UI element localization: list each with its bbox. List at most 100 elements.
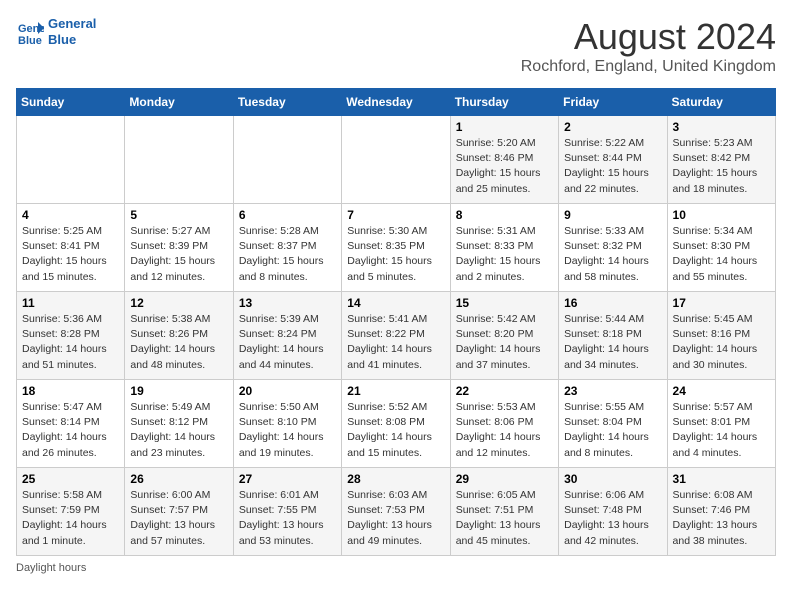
day-info: Sunrise: 5:28 AMSunset: 8:37 PMDaylight:…: [239, 224, 336, 285]
day-number: 31: [673, 472, 770, 486]
calendar-week-row: 25 Sunrise: 5:58 AMSunset: 7:59 PMDayligh…: [17, 468, 776, 556]
day-number: 10: [673, 208, 770, 222]
calendar-cell: [342, 116, 450, 204]
day-info: Sunrise: 5:57 AMSunset: 8:01 PMDaylight:…: [673, 400, 770, 461]
calendar-cell: 14 Sunrise: 5:41 AMSunset: 8:22 PMDayligh…: [342, 292, 450, 380]
calendar-cell: 11 Sunrise: 5:36 AMSunset: 8:28 PMDayligh…: [17, 292, 125, 380]
calendar-week-row: 11 Sunrise: 5:36 AMSunset: 8:28 PMDayligh…: [17, 292, 776, 380]
calendar-cell: 28 Sunrise: 6:03 AMSunset: 7:53 PMDayligh…: [342, 468, 450, 556]
day-info: Sunrise: 5:53 AMSunset: 8:06 PMDaylight:…: [456, 400, 553, 461]
day-number: 14: [347, 296, 444, 310]
day-number: 13: [239, 296, 336, 310]
day-info: Sunrise: 5:22 AMSunset: 8:44 PMDaylight:…: [564, 136, 661, 197]
calendar-cell: 21 Sunrise: 5:52 AMSunset: 8:08 PMDayligh…: [342, 380, 450, 468]
location: Rochford, England, United Kingdom: [521, 58, 776, 76]
calendar-week-row: 18Sunrise: 5:47 AMSunset: 8:14 PMDayligh…: [17, 380, 776, 468]
weekday-header: Sunday: [17, 89, 125, 116]
page-header: General Blue General Blue August 2024 Ro…: [16, 16, 776, 76]
day-info: Sunrise: 5:33 AMSunset: 8:32 PMDaylight:…: [564, 224, 661, 285]
day-info: Sunrise: 5:58 AMSunset: 7:59 PMDaylight:…: [22, 488, 119, 549]
day-number: 26: [130, 472, 227, 486]
calendar-cell: 13 Sunrise: 5:39 AMSunset: 8:24 PMDayligh…: [233, 292, 341, 380]
calendar-cell: [125, 116, 233, 204]
calendar-cell: 12Sunrise: 5:38 AMSunset: 8:26 PMDayligh…: [125, 292, 233, 380]
month-year: August 2024: [521, 16, 776, 58]
day-info: Sunrise: 6:03 AMSunset: 7:53 PMDaylight:…: [347, 488, 444, 549]
calendar-cell: [17, 116, 125, 204]
calendar-week-row: 1 Sunrise: 5:20 AMSunset: 8:46 PMDaylight…: [17, 116, 776, 204]
calendar-cell: 9 Sunrise: 5:33 AMSunset: 8:32 PMDaylight…: [559, 204, 667, 292]
day-info: Sunrise: 5:42 AMSunset: 8:20 PMDaylight:…: [456, 312, 553, 373]
day-info: Sunrise: 5:39 AMSunset: 8:24 PMDaylight:…: [239, 312, 336, 373]
day-number: 22: [456, 384, 553, 398]
day-number: 19: [130, 384, 227, 398]
calendar-cell: 19Sunrise: 5:49 AMSunset: 8:12 PMDayligh…: [125, 380, 233, 468]
calendar-cell: 2 Sunrise: 5:22 AMSunset: 8:44 PMDaylight…: [559, 116, 667, 204]
day-number: 20: [239, 384, 336, 398]
day-info: Sunrise: 6:05 AMSunset: 7:51 PMDaylight:…: [456, 488, 553, 549]
calendar-cell: 30Sunrise: 6:06 AMSunset: 7:48 PMDayligh…: [559, 468, 667, 556]
day-number: 1: [456, 120, 553, 134]
logo-icon: General Blue: [16, 18, 44, 46]
day-info: Sunrise: 5:52 AMSunset: 8:08 PMDaylight:…: [347, 400, 444, 461]
calendar-cell: 20 Sunrise: 5:50 AMSunset: 8:10 PMDayligh…: [233, 380, 341, 468]
day-number: 24: [673, 384, 770, 398]
calendar-cell: 6 Sunrise: 5:28 AMSunset: 8:37 PMDaylight…: [233, 204, 341, 292]
day-info: Sunrise: 6:08 AMSunset: 7:46 PMDaylight:…: [673, 488, 770, 549]
day-info: Sunrise: 5:23 AMSunset: 8:42 PMDaylight:…: [673, 136, 770, 197]
day-info: Sunrise: 5:45 AMSunset: 8:16 PMDaylight:…: [673, 312, 770, 373]
day-number: 18: [22, 384, 119, 398]
weekday-header: Wednesday: [342, 89, 450, 116]
calendar-cell: 8 Sunrise: 5:31 AMSunset: 8:33 PMDaylight…: [450, 204, 558, 292]
day-info: Sunrise: 5:55 AMSunset: 8:04 PMDaylight:…: [564, 400, 661, 461]
day-number: 7: [347, 208, 444, 222]
logo-line2: Blue: [48, 32, 96, 48]
weekday-header: Thursday: [450, 89, 558, 116]
day-number: 25: [22, 472, 119, 486]
calendar-cell: 5Sunrise: 5:27 AMSunset: 8:39 PMDaylight…: [125, 204, 233, 292]
day-info: Sunrise: 5:50 AMSunset: 8:10 PMDaylight:…: [239, 400, 336, 461]
day-number: 6: [239, 208, 336, 222]
day-info: Sunrise: 5:41 AMSunset: 8:22 PMDaylight:…: [347, 312, 444, 373]
calendar-cell: 17 Sunrise: 5:45 AMSunset: 8:16 PMDayligh…: [667, 292, 775, 380]
day-info: Sunrise: 6:00 AMSunset: 7:57 PMDaylight:…: [130, 488, 227, 549]
calendar-cell: 25 Sunrise: 5:58 AMSunset: 7:59 PMDayligh…: [17, 468, 125, 556]
footer-text: Daylight hours: [16, 562, 776, 574]
calendar-cell: 15Sunrise: 5:42 AMSunset: 8:20 PMDayligh…: [450, 292, 558, 380]
calendar-cell: 16Sunrise: 5:44 AMSunset: 8:18 PMDayligh…: [559, 292, 667, 380]
day-info: Sunrise: 5:36 AMSunset: 8:28 PMDaylight:…: [22, 312, 119, 373]
day-number: 27: [239, 472, 336, 486]
weekday-header: Monday: [125, 89, 233, 116]
calendar-cell: 31 Sunrise: 6:08 AMSunset: 7:46 PMDayligh…: [667, 468, 775, 556]
day-number: 17: [673, 296, 770, 310]
day-number: 3: [673, 120, 770, 134]
calendar-cell: 24 Sunrise: 5:57 AMSunset: 8:01 PMDayligh…: [667, 380, 775, 468]
day-info: Sunrise: 6:01 AMSunset: 7:55 PMDaylight:…: [239, 488, 336, 549]
day-info: Sunrise: 5:34 AMSunset: 8:30 PMDaylight:…: [673, 224, 770, 285]
day-number: 11: [22, 296, 119, 310]
day-number: 5: [130, 208, 227, 222]
calendar-cell: [233, 116, 341, 204]
day-number: 21: [347, 384, 444, 398]
calendar-week-row: 4Sunrise: 5:25 AMSunset: 8:41 PMDaylight…: [17, 204, 776, 292]
calendar-cell: 18Sunrise: 5:47 AMSunset: 8:14 PMDayligh…: [17, 380, 125, 468]
day-number: 29: [456, 472, 553, 486]
day-number: 28: [347, 472, 444, 486]
weekday-header: Saturday: [667, 89, 775, 116]
day-info: Sunrise: 5:31 AMSunset: 8:33 PMDaylight:…: [456, 224, 553, 285]
title-block: August 2024 Rochford, England, United Ki…: [521, 16, 776, 76]
day-number: 23: [564, 384, 661, 398]
day-info: Sunrise: 5:38 AMSunset: 8:26 PMDaylight:…: [130, 312, 227, 373]
logo: General Blue General Blue: [16, 16, 96, 47]
day-number: 9: [564, 208, 661, 222]
calendar-cell: 10 Sunrise: 5:34 AMSunset: 8:30 PMDayligh…: [667, 204, 775, 292]
day-info: Sunrise: 5:30 AMSunset: 8:35 PMDaylight:…: [347, 224, 444, 285]
calendar-cell: 22 Sunrise: 5:53 AMSunset: 8:06 PMDayligh…: [450, 380, 558, 468]
day-info: Sunrise: 5:44 AMSunset: 8:18 PMDaylight:…: [564, 312, 661, 373]
day-info: Sunrise: 5:20 AMSunset: 8:46 PMDaylight:…: [456, 136, 553, 197]
calendar-table: SundayMondayTuesdayWednesdayThursdayFrid…: [16, 88, 776, 556]
day-number: 8: [456, 208, 553, 222]
calendar-cell: 26 Sunrise: 6:00 AMSunset: 7:57 PMDayligh…: [125, 468, 233, 556]
day-number: 2: [564, 120, 661, 134]
calendar-cell: 27 Sunrise: 6:01 AMSunset: 7:55 PMDayligh…: [233, 468, 341, 556]
